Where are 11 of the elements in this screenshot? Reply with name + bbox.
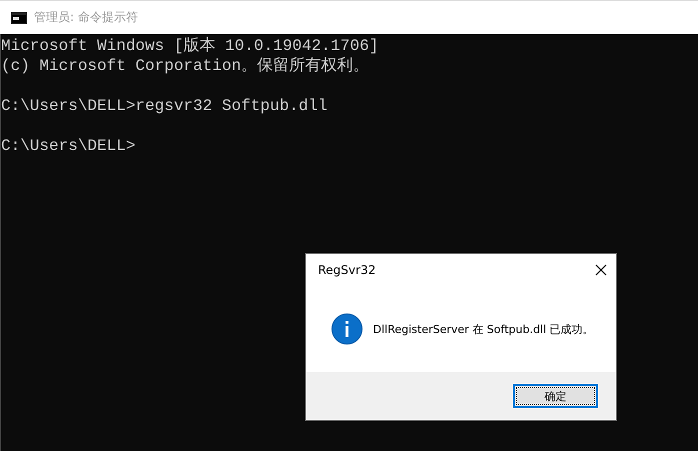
console-line: Microsoft Windows [版本 10.0.19042.1706] xyxy=(1,36,380,56)
console-line: (c) Microsoft Corporation。保留所有权利。 xyxy=(1,56,370,76)
ok-button[interactable]: 确定 xyxy=(513,384,598,408)
console-line: C:\Users\DELL>regsvr32 Softpub.dll xyxy=(1,96,328,116)
console-icon xyxy=(11,12,27,24)
window-title: 管理员: 命令提示符 xyxy=(34,9,138,26)
console-line: C:\Users\DELL> xyxy=(1,136,136,156)
info-icon xyxy=(331,313,363,345)
close-icon[interactable] xyxy=(595,264,607,276)
dialog-title: RegSvr32 xyxy=(318,263,376,277)
dialog-message: DllRegisterServer 在 Softpub.dll 已成功。 xyxy=(373,322,594,336)
